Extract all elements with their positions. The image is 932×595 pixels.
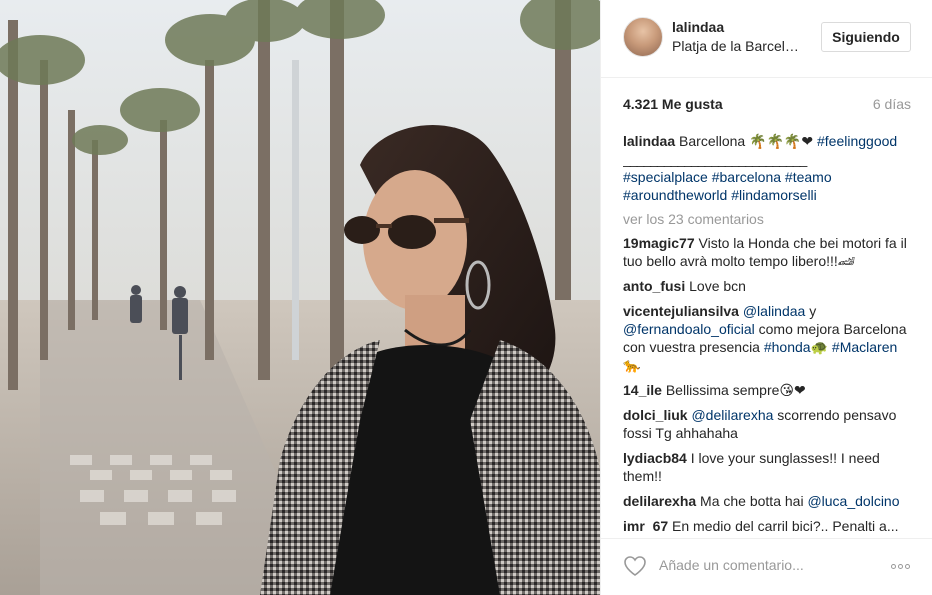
comment-text: En medio del carril bici?.. Penalti a...	[672, 518, 899, 532]
comment-username[interactable]: delilarexha	[623, 493, 696, 509]
hashtag[interactable]: #teamo	[785, 169, 832, 185]
post-time[interactable]: 6 días	[873, 96, 911, 112]
hashtag[interactable]: #barcelona	[712, 169, 781, 185]
turtle-emoji: 🐢	[810, 339, 829, 355]
caption-divider: ___________________________	[623, 151, 807, 167]
comment-bar	[601, 538, 932, 595]
comment-username[interactable]: 14_ile	[623, 382, 662, 398]
caption-username[interactable]: lalindaa	[623, 133, 675, 149]
comment: delilarexha Ma che botta hai @luca_dolci…	[623, 492, 913, 510]
post-header: lalindaa Platja de la Barcel… Siguiendo	[601, 0, 932, 78]
comment-text: Bellissima sempre😘❤	[665, 382, 806, 398]
avatar[interactable]	[623, 17, 663, 57]
comment-mention[interactable]: @lalindaa	[743, 303, 805, 319]
comment-mention[interactable]: @delilarexha	[691, 407, 773, 423]
comment-username[interactable]: 19magic77	[623, 235, 695, 251]
hashtag[interactable]: #feelinggood	[817, 133, 897, 149]
likes-row: 4.321 Me gusta 6 días	[623, 96, 911, 114]
comment: vicentejuliansilva @lalindaa y @fernando…	[623, 302, 913, 374]
caption-tags-line-2: #aroundtheworld #lindamorselli	[623, 186, 913, 204]
comment-username[interactable]: lydiacb84	[623, 450, 687, 466]
hashtag[interactable]: #honda	[764, 339, 811, 355]
comment: lydiacb84 I love your sunglasses!! I nee…	[623, 449, 913, 485]
hashtag[interactable]: #lindamorselli	[731, 187, 817, 203]
leopard-emoji: 🐆	[623, 357, 641, 373]
comment-text: y	[809, 303, 817, 319]
header-username[interactable]: lalindaa	[672, 19, 724, 35]
comment-text: Ma che botta hai	[700, 493, 804, 509]
comment-username[interactable]: dolci_liuk	[623, 407, 688, 423]
comment-username[interactable]: vicentejuliansilva	[623, 303, 739, 319]
caption-tags-line-1: #specialplace #barcelona #teamo	[623, 168, 913, 186]
comment: anto_fusi Love bcn	[623, 277, 913, 295]
caption: lalindaa Barcellona 🌴🌴🌴❤ #feelinggood __…	[623, 132, 913, 204]
comment-username[interactable]: anto_fusi	[623, 278, 685, 294]
comment-mention[interactable]: @luca_dolcino	[807, 493, 899, 509]
comment-text: Love bcn	[689, 278, 746, 294]
view-all-comments-link[interactable]: ver los 23 comentarios	[623, 210, 913, 228]
add-comment-input[interactable]	[659, 554, 859, 576]
likes-count[interactable]: 4.321 Me gusta	[623, 96, 723, 112]
comment-username[interactable]: imr_67	[623, 518, 668, 532]
comment: 14_ile Bellissima sempre😘❤	[623, 381, 913, 399]
more-options-icon[interactable]	[887, 554, 913, 578]
heart-outline-icon[interactable]	[623, 555, 647, 577]
hashtag[interactable]: #aroundtheworld	[623, 187, 727, 203]
comment: 19magic77 Visto la Honda che bei motori …	[623, 234, 913, 270]
post-side-panel: lalindaa Platja de la Barcel… Siguiendo …	[600, 0, 932, 595]
comment-mention[interactable]: @fernandoalo_oficial	[623, 321, 755, 337]
header-location[interactable]: Platja de la Barcel…	[672, 38, 812, 54]
comment: dolci_liuk @delilarexha scorrendo pensav…	[623, 406, 913, 442]
photo-scene	[0, 0, 600, 595]
following-button[interactable]: Siguiendo	[821, 22, 911, 52]
post-photo[interactable]	[0, 0, 600, 595]
caption-text: Barcellona 🌴🌴🌴❤	[679, 133, 814, 149]
comment: imr_67 En medio del carril bici?.. Penal…	[623, 517, 913, 532]
hashtag[interactable]: #Maclaren	[832, 339, 897, 355]
comments-list: lalindaa Barcellona 🌴🌴🌴❤ #feelinggood __…	[623, 132, 913, 532]
hashtag[interactable]: #specialplace	[623, 169, 708, 185]
